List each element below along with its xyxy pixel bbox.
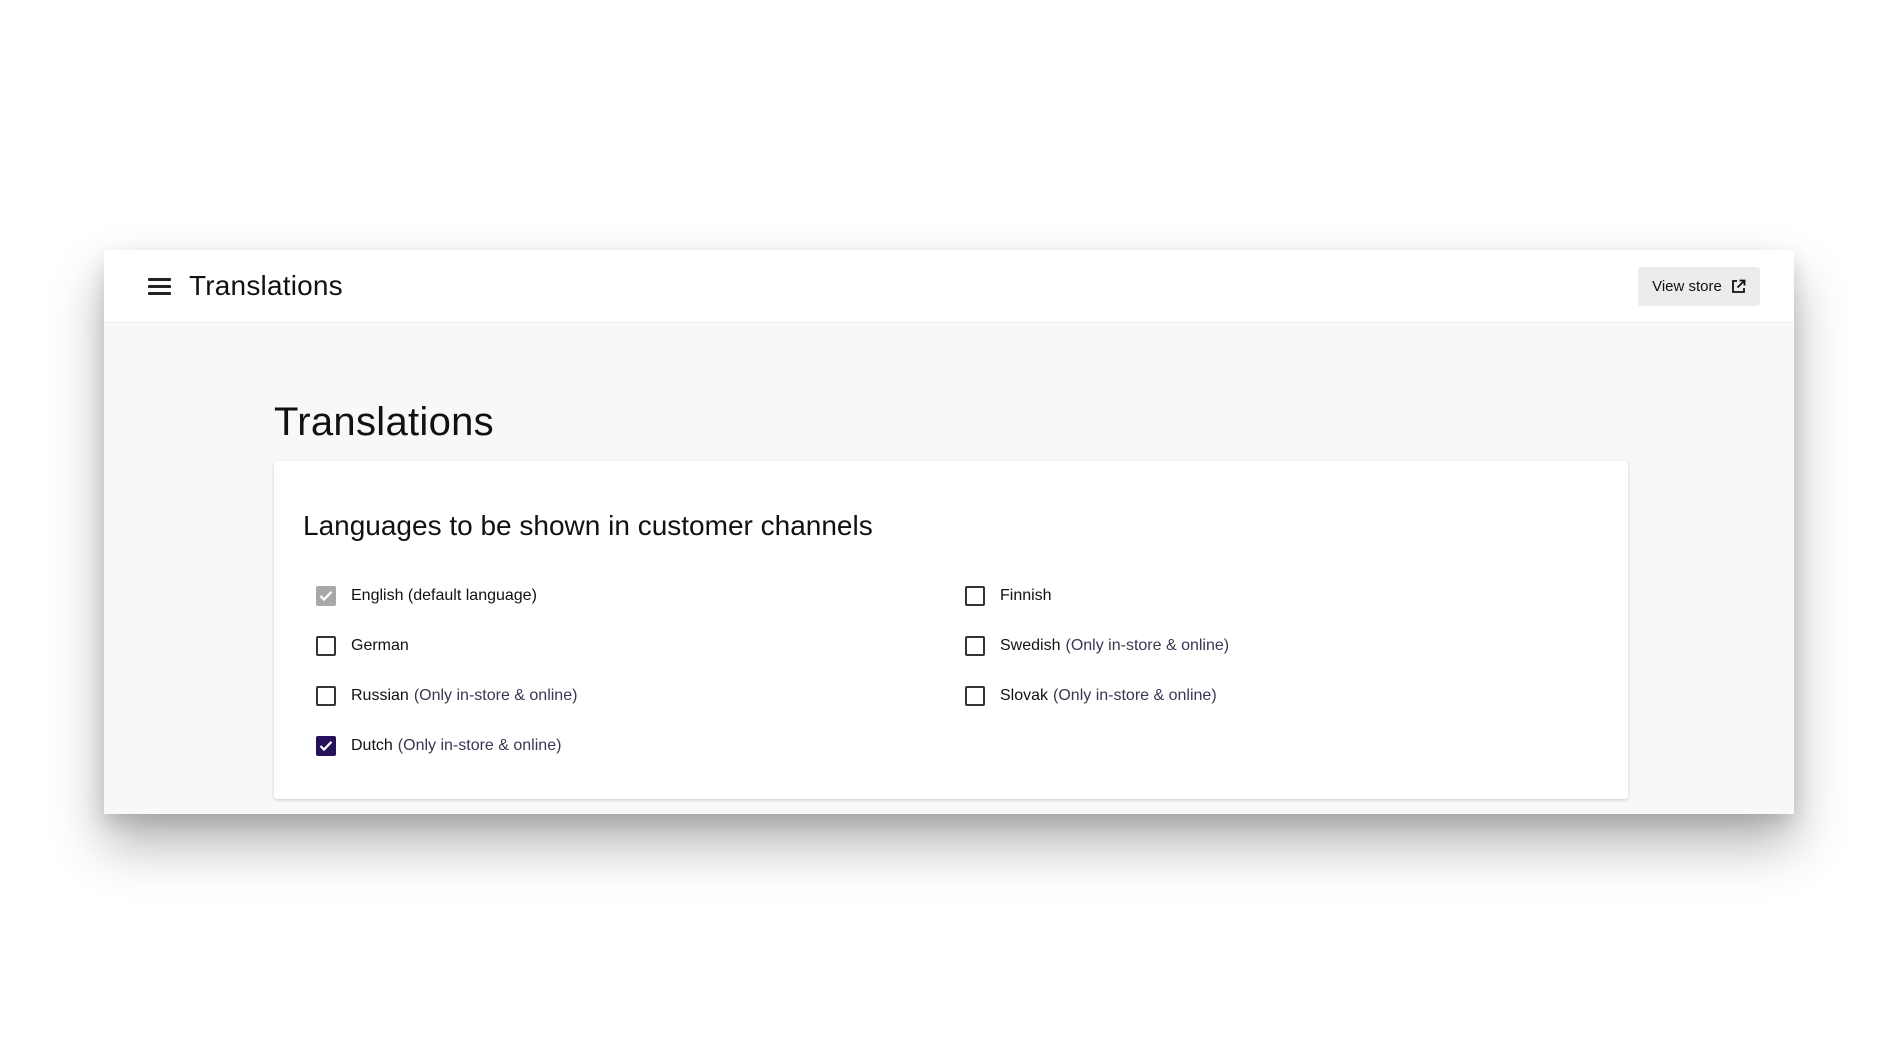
slovak-label: Slovak [1000,687,1049,704]
english-checkbox[interactable] [316,586,336,606]
language-option-russian[interactable]: Russian (Only in-store & online) [316,681,577,711]
page-title: Translations [274,400,494,444]
swedish-checkbox[interactable] [965,636,985,656]
swedish-label: Swedish [1000,637,1061,654]
dutch-checkbox[interactable] [316,736,336,756]
hamburger-menu-icon[interactable] [148,276,172,296]
dutch-availability-note: (Only in-store & online) [397,737,562,754]
language-option-swedish[interactable]: Swedish (Only in-store & online) [965,631,1229,661]
topbar-title: Translations [189,270,343,301]
checkmark-icon [319,741,333,752]
checkmark-icon [319,591,333,602]
languages-card-title: Languages to be shown in customer channe… [303,510,873,541]
external-link-icon [1731,279,1746,293]
view-store-button[interactable]: View store [1638,267,1760,306]
view-store-label: View store [1652,278,1722,295]
finnish-label: Finnish [1000,587,1052,604]
language-option-finnish[interactable]: Finnish [965,581,1052,611]
german-checkbox[interactable] [316,636,336,656]
language-option-slovak[interactable]: Slovak (Only in-store & online) [965,681,1217,711]
top-bar: Translations View store [104,250,1794,323]
russian-checkbox[interactable] [316,686,336,706]
finnish-checkbox[interactable] [965,586,985,606]
app-window: Translations View store Translations Lan… [104,250,1794,814]
language-option-dutch[interactable]: Dutch (Only in-store & online) [316,731,561,761]
german-label: German [351,637,409,654]
russian-label: Russian [351,687,409,704]
english-label: English (default language) [351,587,537,604]
language-option-english[interactable]: English (default language) [316,581,537,611]
dutch-label: Dutch [351,737,393,754]
languages-card: Languages to be shown in customer channe… [274,461,1628,799]
slovak-checkbox[interactable] [965,686,985,706]
swedish-availability-note: (Only in-store & online) [1065,637,1230,654]
language-option-german[interactable]: German [316,631,409,661]
slovak-availability-note: (Only in-store & online) [1053,687,1217,704]
russian-availability-note: (Only in-store & online) [413,687,578,704]
